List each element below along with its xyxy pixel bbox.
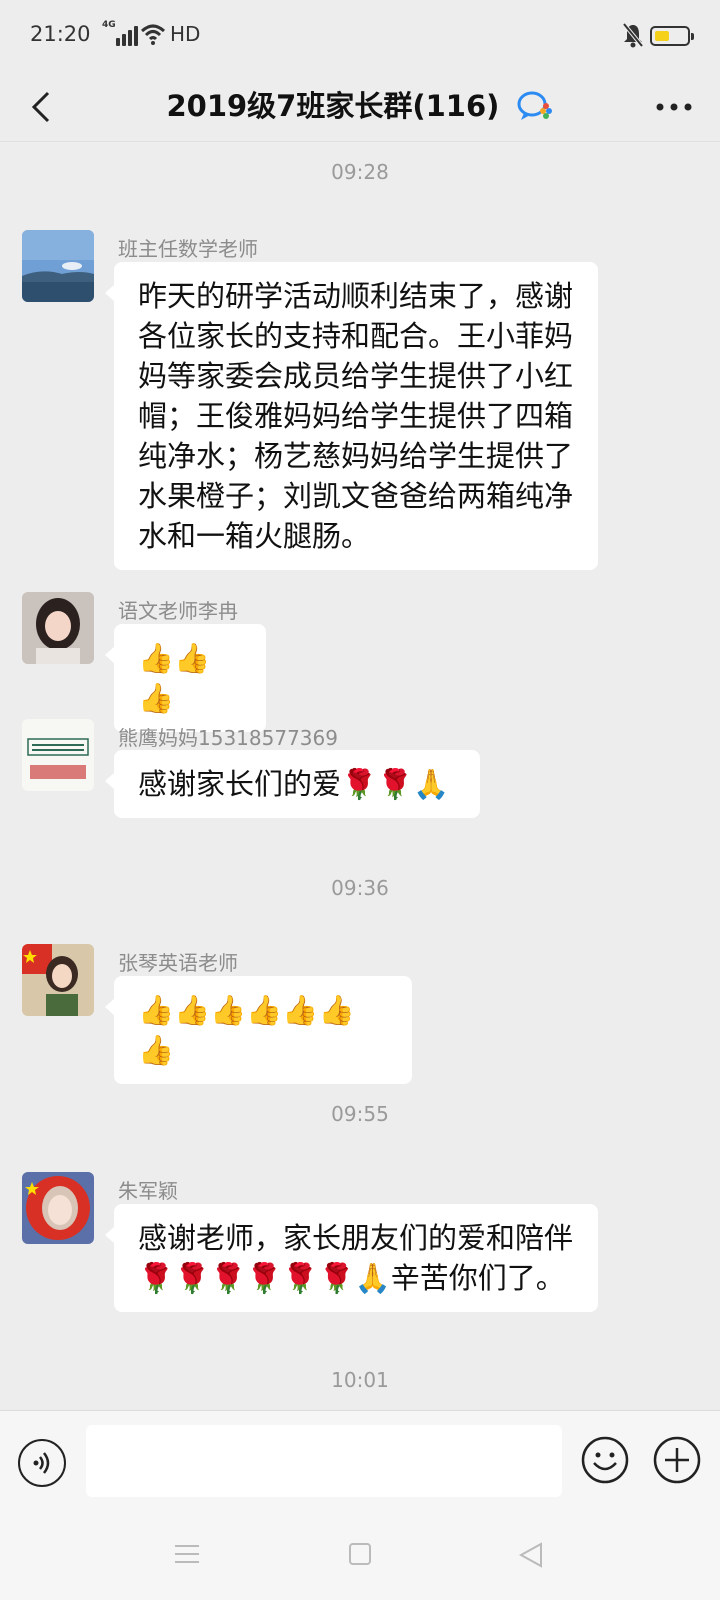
avatar[interactable] — [22, 944, 94, 1016]
chat-header: 2019级7班家长群(116) — [0, 72, 720, 142]
message-text: 👍👍👍👍👍👍👍 — [138, 993, 355, 1067]
status-time: 21:20 — [30, 22, 91, 46]
sender-name: 熊鹰妈妈15318577369 — [118, 726, 338, 750]
message-line: 水和一箱火腿肠。 — [138, 519, 371, 553]
timestamp: 09:28 — [331, 160, 389, 184]
avatar[interactable] — [22, 719, 94, 791]
wifi-icon — [140, 24, 166, 45]
more-functions-button[interactable] — [652, 1435, 702, 1485]
avatar[interactable] — [22, 1172, 94, 1244]
menu-icon[interactable] — [174, 1542, 200, 1566]
avatar-book-image — [22, 719, 94, 791]
message-line: 妈等家委会成员给学生提供了小红 — [138, 359, 574, 393]
message-bubble[interactable]: 👍👍👍 — [105, 624, 266, 732]
message-bubble[interactable]: 感谢家长们的爱🌹🌹🙏 — [105, 750, 480, 818]
timestamp: 10:01 — [331, 1368, 389, 1392]
avatar-landscape-image — [22, 230, 94, 302]
message-line: 各位家长的支持和配合。王小菲妈 — [138, 319, 574, 353]
message-line: 水果橙子；刘凯文爸爸给两箱纯净 — [138, 479, 574, 513]
connection-label: HD — [170, 22, 201, 46]
message-line: 纯净水；杨艺慈妈妈给学生提供了 — [138, 439, 574, 473]
battery-level — [655, 31, 669, 41]
home-icon[interactable] — [348, 1542, 372, 1566]
cellular-signal-icon: 4G — [102, 20, 138, 46]
voice-input-button[interactable] — [18, 1439, 66, 1487]
message-line: 帽；王俊雅妈妈给学生提供了四箱 — [138, 399, 574, 433]
back-triangle-icon[interactable] — [518, 1542, 544, 1568]
network-type: 4G — [102, 20, 116, 30]
sender-name: 张琴英语老师 — [118, 951, 238, 975]
sender-name: 班主任数学老师 — [118, 237, 258, 261]
status-bar: 21:20 4G HD — [0, 0, 720, 72]
message-bubble[interactable]: 昨天的研学活动顺利结束了，感谢 各位家长的支持和配合。王小菲妈 妈等家委会成员给… — [105, 262, 598, 570]
timestamp: 09:36 — [331, 876, 389, 900]
voice-icon — [33, 1452, 50, 1474]
message-line: 昨天的研学活动顺利结束了，感谢 — [138, 279, 574, 313]
message-text: 👍👍👍 — [138, 641, 211, 715]
more-dots-icon — [656, 103, 692, 111]
avatar-portrait-image — [22, 1172, 94, 1244]
avatar-portrait-image — [22, 592, 94, 664]
avatar-illustration-image — [22, 944, 94, 1016]
sender-name: 语文老师李冉 — [118, 599, 238, 623]
message-line: 🌹🌹🌹🌹🌹🌹🙏辛苦你们了。 — [138, 1261, 565, 1295]
chat-message-list[interactable]: 09:28 班主任数学老师 昨天的研学活动顺利结束了，感谢 各位家长的支持和配合… — [0, 142, 720, 1410]
message-text: 感谢家长们的爱🌹🌹🙏 — [138, 767, 450, 801]
mute-bell-icon — [622, 22, 644, 48]
enterprise-chat-icon — [517, 91, 552, 120]
message-input[interactable] — [86, 1425, 562, 1497]
message-bubble[interactable]: 感谢老师，家长朋友们的爱和陪伴 🌹🌹🌹🌹🌹🌹🙏辛苦你们了。 — [105, 1204, 598, 1312]
sender-name: 朱军颖 — [118, 1179, 178, 1203]
avatar[interactable] — [22, 592, 94, 664]
battery-icon — [650, 26, 694, 46]
more-options-button[interactable] — [648, 84, 700, 130]
emoji-button[interactable] — [580, 1435, 630, 1485]
message-bubble[interactable]: 👍👍👍👍👍👍👍 — [105, 976, 412, 1084]
system-navigation-bar — [0, 1514, 720, 1600]
timestamp: 09:55 — [331, 1102, 389, 1126]
message-input-bar — [0, 1410, 720, 1514]
group-name: 2019级7班家长群(116) — [166, 89, 500, 123]
group-title[interactable]: 2019级7班家长群(116) — [0, 80, 720, 132]
avatar[interactable] — [22, 230, 94, 302]
message-line: 感谢老师，家长朋友们的爱和陪伴 — [138, 1221, 574, 1255]
